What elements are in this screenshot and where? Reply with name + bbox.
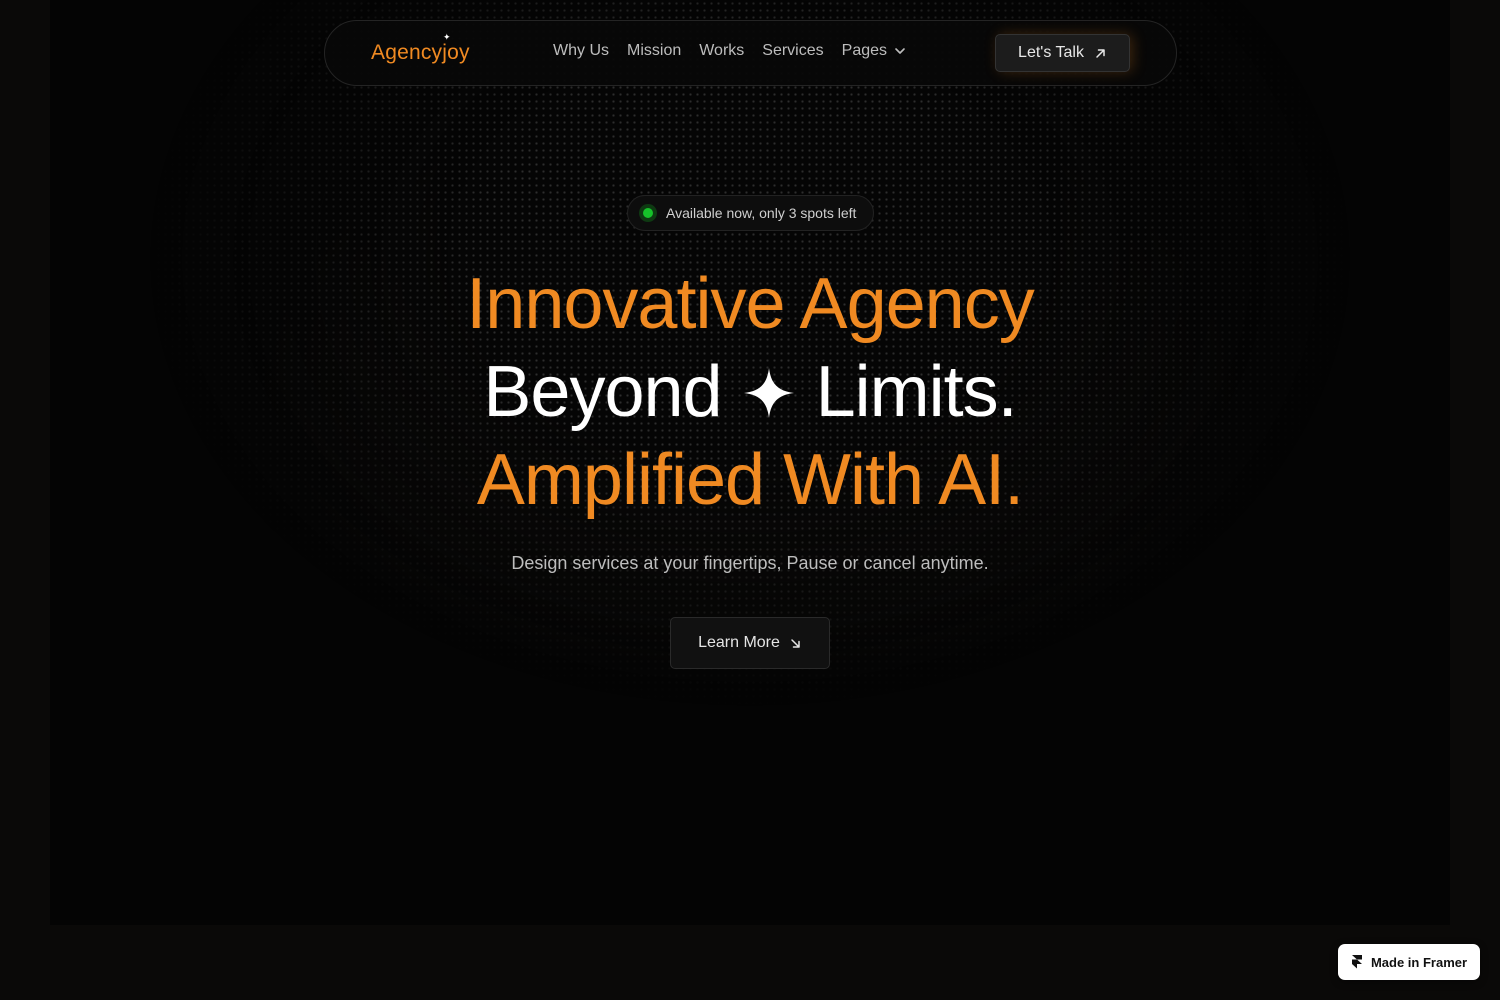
logo-star-icon: ✦ [443, 32, 451, 42]
headline-line-2-left: Beyond [483, 352, 722, 432]
learn-more-button[interactable]: Learn More [670, 617, 830, 669]
nav-link-pages-label: Pages [841, 42, 888, 59]
headline-line-2: Beyond Limits. [0, 356, 1500, 428]
headline-line-2-right: Limits. [815, 352, 1018, 432]
navbar: Agencyjoy ✦ Why Us Mission Works Service… [324, 20, 1177, 86]
brand-name: Agencyjoy [371, 41, 470, 64]
nav-link-services[interactable]: Services [762, 42, 823, 60]
learn-more-label: Learn More [698, 634, 780, 651]
hero-subtitle: Design services at your fingertips, Paus… [511, 553, 989, 573]
arrow-up-right-icon [1096, 48, 1105, 58]
availability-text: Available now, only 3 spots left [666, 205, 857, 221]
nav-links: Why Us Mission Works Services Pages [553, 42, 907, 60]
chevron-down-icon [895, 48, 905, 54]
made-in-framer-badge[interactable]: Made in Framer [1338, 944, 1480, 980]
lets-talk-button[interactable]: Let's Talk [995, 34, 1130, 72]
status-dot-icon [639, 204, 657, 222]
framer-logo-icon [1351, 955, 1362, 969]
availability-badge: Available now, only 3 spots left [627, 195, 874, 231]
nav-link-works[interactable]: Works [699, 42, 744, 60]
nav-link-pages-dropdown[interactable]: Pages [842, 42, 907, 60]
lets-talk-label: Let's Talk [1018, 44, 1084, 61]
sparkle-icon [743, 368, 794, 418]
headline-line-1: Innovative Agency [466, 264, 1034, 344]
arrow-down-right-icon [791, 638, 800, 648]
made-in-framer-label: Made in Framer [1370, 954, 1468, 970]
page: Agencyjoy ✦ Why Us Mission Works Service… [0, 0, 1500, 1000]
brand-logo[interactable]: Agencyjoy ✦ [371, 32, 470, 65]
nav-link-why-us[interactable]: Why Us [553, 42, 609, 60]
nav-link-mission[interactable]: Mission [627, 42, 681, 60]
headline-line-3: Amplified With AI. [476, 440, 1024, 520]
